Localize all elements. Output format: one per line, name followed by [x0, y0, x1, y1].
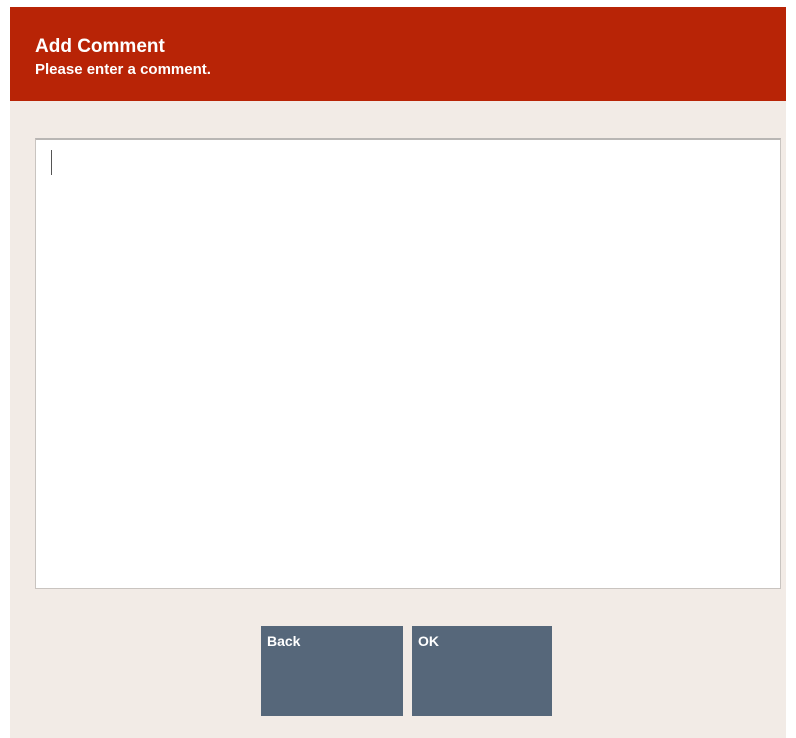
- text-cursor: [51, 150, 52, 175]
- comment-input[interactable]: [35, 138, 781, 589]
- ok-button-label: OK: [418, 633, 439, 649]
- back-button[interactable]: Back: [261, 626, 403, 716]
- add-comment-dialog: Add Comment Please enter a comment. Back…: [10, 7, 786, 738]
- ok-button[interactable]: OK: [412, 626, 552, 716]
- back-button-label: Back: [267, 633, 301, 649]
- dialog-subtitle: Please enter a comment.: [35, 61, 211, 78]
- dialog-header: Add Comment Please enter a comment.: [10, 7, 786, 101]
- dialog-title: Add Comment: [35, 36, 165, 57]
